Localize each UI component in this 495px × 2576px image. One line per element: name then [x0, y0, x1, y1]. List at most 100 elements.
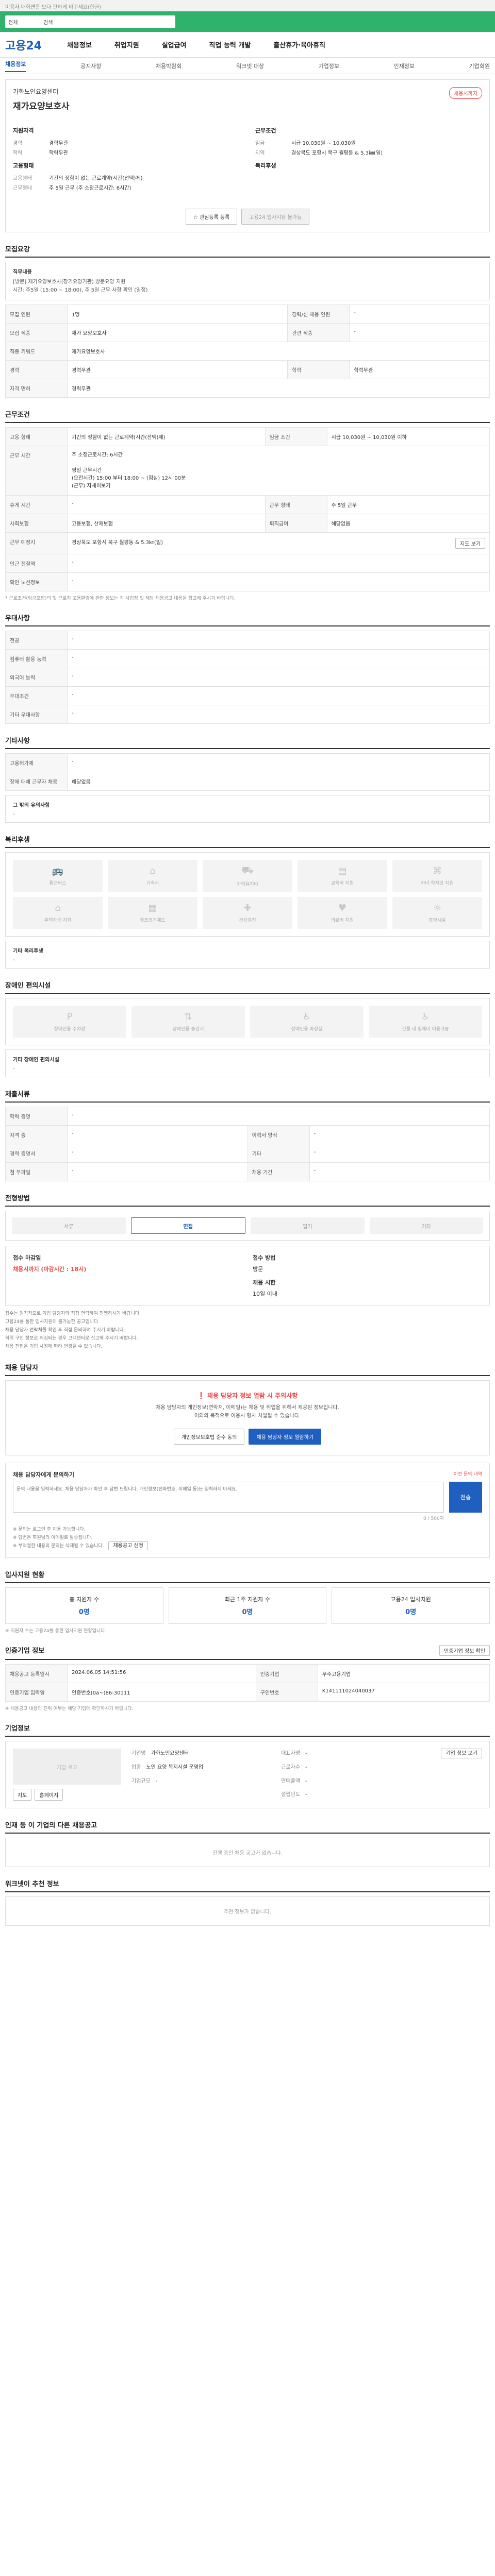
- corp-field: 근로자수 -: [281, 1762, 431, 1773]
- corp-key: 연매출액: [281, 1778, 301, 1784]
- cell-key: 우대조건: [5, 686, 68, 705]
- disability-grid: P 장애인용 주차장 ⇅ 장애인용 승강기 ♿ 장애인용 화장실 ♿ 건물 내 휠체어 …: [5, 998, 490, 1045]
- cell-value: 1명: [67, 304, 288, 324]
- gnb-item[interactable]: 취업지원: [114, 40, 139, 49]
- section-title: 인증기업 정보 인증기업 정보 확인: [5, 1645, 490, 1660]
- corp-detail-button[interactable]: 기업 정보 보기: [441, 1749, 482, 1758]
- contact-desc: 채용 담당자의 개인정보(연락처, 이메일)는 채용 및 취업을 위해서 제공된…: [156, 1405, 339, 1419]
- subnav-item[interactable]: 공지사항: [80, 62, 101, 70]
- gnb-item[interactable]: 직업 능력 개발: [209, 40, 251, 49]
- search-category[interactable]: 전체: [8, 18, 39, 26]
- inquiry-notes: ※ 문의는 로그인 후 이용 가능합니다. ※ 답변은 회원님의 이메일로 발송…: [13, 1526, 482, 1550]
- cell-key: 전공: [5, 631, 68, 650]
- stat-box: 고용24 입사지원 0명: [332, 1587, 490, 1624]
- corp-map-button[interactable]: 지도: [13, 1789, 32, 1801]
- facility-item: ♿ 장애인용 화장실: [250, 1006, 364, 1038]
- cell-value: 시급 10,030원 ~ 10,030원 이하: [326, 427, 490, 446]
- selection-methods: 서류 면접 필기 기타: [5, 1211, 490, 1241]
- company-name[interactable]: 가화노인요양센터: [13, 87, 482, 96]
- search-box[interactable]: 전체 검색: [5, 15, 175, 28]
- contact-warning-text: 채용 담당자 정보 열람 시 주의사항: [207, 1392, 298, 1399]
- view-contact-button[interactable]: 채용 담당자 정보 열람하기: [249, 1429, 322, 1445]
- welfare-item: ⛟ 차량유지비: [203, 860, 292, 892]
- medical-icon: ♥: [338, 903, 347, 913]
- corp-field: 기업규모 -: [131, 1776, 281, 1787]
- recommend-empty: 추천 정보가 없습니다.: [5, 1896, 490, 1926]
- subnav-item[interactable]: 기업회원: [469, 62, 489, 70]
- parking-icon: P: [67, 1011, 73, 1022]
- cell-value: -: [67, 753, 490, 772]
- apply-button[interactable]: 고용24 입사지원 불가능: [241, 209, 310, 225]
- gnb-item[interactable]: 채용정보: [67, 40, 92, 49]
- cell-key: 인근 전철역: [5, 554, 68, 573]
- applicant-stats: 총 지원자 수 0명 최근 1주 지원자 수 0명 고용24 입사지원 0명: [5, 1587, 490, 1624]
- cell-value: 주 소정근로시간: 6시간 평일 근무시간 (오전시간) 15:00 부터 18…: [67, 446, 490, 496]
- car-icon: ⛟: [241, 865, 254, 876]
- welfare-item-label: 교육비 지원: [331, 881, 354, 886]
- info-button[interactable]: 인증기업 정보 확인: [439, 1645, 490, 1656]
- method-interview: 면접: [130, 1217, 245, 1234]
- welfare-item-label: 자녀 학자금 지원: [421, 881, 454, 886]
- kv-key: 임금: [255, 141, 265, 146]
- facility-label: 장애인용 승강기: [172, 1027, 204, 1032]
- corp-key: 근로자수: [281, 1764, 301, 1770]
- inquiry-history-link[interactable]: 이전 문의 내역: [454, 1470, 482, 1479]
- kv-value: 경력무관: [49, 141, 68, 146]
- subnav-item[interactable]: 채용정보: [5, 60, 26, 72]
- welfare-item-label: 통근버스: [49, 881, 67, 886]
- hiring-period-value: 10일 이내: [253, 1291, 277, 1297]
- cell-key: 경력: [5, 360, 68, 379]
- gnb-item[interactable]: 출산휴가·육아휴직: [273, 40, 325, 49]
- job-apply-button[interactable]: 채용공고 신청: [108, 1541, 148, 1550]
- cell-key: 기타 우대사항: [5, 705, 68, 724]
- subnav-item[interactable]: 채용박람회: [156, 62, 182, 70]
- section-title: 인재 등 이 기업의 다른 채용공고: [5, 1820, 490, 1834]
- job-title: 재가요양보호사: [13, 101, 70, 112]
- cell-value: -: [67, 705, 490, 724]
- facility-item: ⇅ 장애인용 승강기: [131, 1006, 245, 1038]
- cell-key: 첨 부파일: [5, 1162, 68, 1181]
- job-summary: 가화노인요양센터 재가요양보호사 채용시까지 지원자격 경력 경력무관 학력 학력무…: [5, 79, 490, 232]
- cell-value: -: [349, 304, 490, 324]
- map-button[interactable]: 지도 보기: [455, 538, 485, 549]
- kv-value: 경상북도 포항시 북구 월평동 & 5.3㎞(일): [291, 150, 383, 156]
- interest-button[interactable]: ☆ 관심등록 등록: [185, 209, 238, 225]
- note-line: ※ 부적절한 내용의 문의는 삭제될 수 있습니다. 채용공고 신청: [13, 1541, 482, 1550]
- disability-etc-title: 기타 장애인 편의시설: [13, 1057, 59, 1063]
- send-button[interactable]: 전송: [449, 1482, 482, 1513]
- corp-field: 대표자명 -: [281, 1749, 431, 1759]
- corp-home-button[interactable]: 홈페이지: [35, 1789, 63, 1801]
- preference-table: 전공 - 컴퓨터 활용 능력 - 외국어 능력 - 우대조건 - 기타 우대사항 -: [5, 631, 490, 724]
- cell-value: -: [67, 686, 490, 705]
- cell-key: 채용공고 등록일시: [5, 1664, 68, 1683]
- corp-value: -: [305, 1764, 307, 1770]
- subnav-item[interactable]: 기업정보: [319, 62, 339, 70]
- cell-value: -: [349, 323, 490, 342]
- subnav-item[interactable]: 인재정보: [394, 62, 415, 70]
- agree-button[interactable]: 개인정보보호법 준수 동의: [173, 1429, 245, 1445]
- corp-value: 노인 요양 복지시설 운영업: [146, 1764, 204, 1770]
- cell-key: 인증기업 입력일: [5, 1683, 68, 1702]
- cell-value: 인증번호(0a~)86-30111: [67, 1683, 256, 1702]
- subnav-item[interactable]: 워크넷 대상: [236, 62, 264, 70]
- corp-key: 설립년도: [281, 1792, 301, 1798]
- kv-value: 학력무관: [49, 150, 68, 156]
- search-input[interactable]: 검색: [43, 18, 53, 26]
- book-icon: ▤: [338, 866, 347, 876]
- stat-value: 0명: [405, 1608, 417, 1616]
- inquiry-textarea[interactable]: [13, 1482, 444, 1513]
- section-title: 모집요강: [5, 244, 490, 258]
- conditions-table: 고용 형태 기간의 정함이 없는 근로계약(시간(선택)제) 임금 조건 시급 10,…: [5, 427, 490, 591]
- corp-value: -: [155, 1778, 158, 1784]
- gnb-item[interactable]: 실업급여: [162, 40, 187, 49]
- deadline-box: 접수 마감일 채용시까지 (마감시간 : 18시) 접수 방법 방문 채용 시한…: [5, 1246, 490, 1306]
- cell-key: 외국어 능력: [5, 668, 68, 687]
- cell-value: 주 5일 근무: [326, 495, 490, 514]
- cell-key: 기타: [247, 1144, 310, 1163]
- conditions-note: * 근로조건(임금포함)의 및 근로자 고용환경에 관한 정보는 각 사업장 및…: [5, 596, 236, 601]
- welfare-item-label: 경조휴가제도: [140, 918, 166, 923]
- site-logo[interactable]: 고용24: [5, 37, 67, 53]
- corp-field: 업종 노인 요양 복지시설 운영업: [131, 1762, 281, 1773]
- welfare-item: ⌂ 기숙사: [108, 860, 197, 892]
- cell-value: -: [309, 1125, 490, 1144]
